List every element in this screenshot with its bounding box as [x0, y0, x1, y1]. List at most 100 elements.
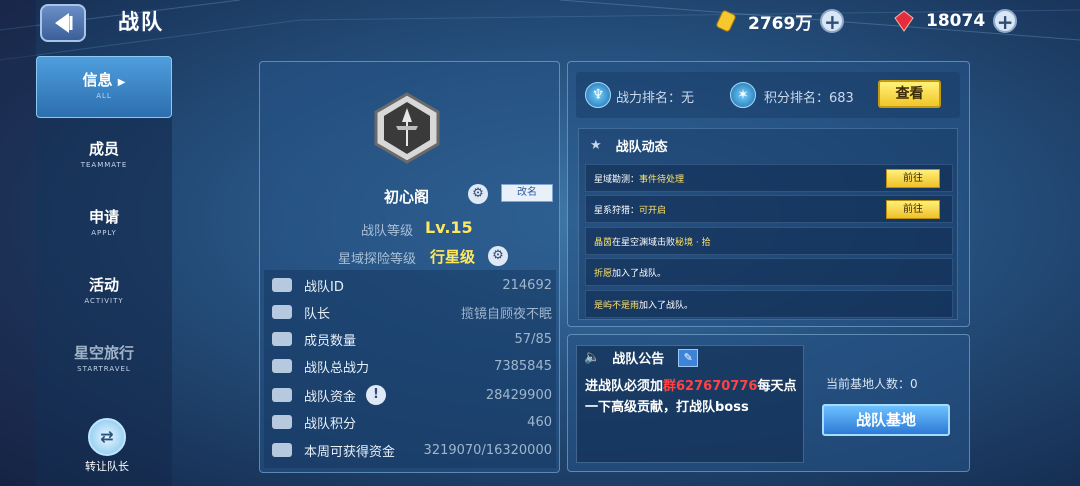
members-icon — [272, 332, 292, 346]
stat-value: 214692 — [502, 277, 552, 293]
stat-row-leader: 队长 揽镜自顾夜不眠 — [272, 299, 552, 325]
sidebar-item-label: 活动 — [88, 276, 119, 294]
sidebar-item-info[interactable]: 信息 ▶ ALL — [36, 56, 172, 118]
dynamics-header: ★ 战队动态 — [590, 136, 668, 155]
sidebar-item-sublabel: ALL — [96, 92, 112, 100]
coins-icon — [272, 415, 292, 429]
stat-value: 3219070/16320000 — [423, 442, 552, 458]
back-button[interactable] — [40, 4, 86, 42]
wing-badge-icon — [272, 305, 292, 319]
dynamics-row: 星域勘测： 事件待处理 前往 — [585, 164, 953, 192]
dynamics-text: 是屿不是雨 — [594, 300, 640, 311]
add-gold-button[interactable]: + — [820, 9, 845, 33]
notice-text: 进战队必须加群627670776每天点一下高级贡献，打战队boss — [585, 376, 800, 418]
dynamics-row: 晶茵 在星空渊域击败 秘境 · 拾 — [585, 227, 953, 255]
dynamics-text: 在星空渊域击败 — [612, 237, 676, 248]
sidebar-item-label: 星空旅行 — [73, 344, 134, 362]
gold-coin-icon — [716, 10, 736, 32]
gold-counter: 2769万 + — [714, 8, 845, 34]
power-rank-text: 战力排名：无 — [616, 91, 695, 106]
notice-title: 战队公告 — [612, 352, 665, 367]
sidebar-item-activity[interactable]: 活动 ACTIVITY — [36, 262, 172, 324]
stat-key: 本周可获得资金 — [304, 444, 396, 460]
transfer-leader-label: 转让队长 — [85, 460, 129, 473]
team-level-label: 战队等级 — [361, 224, 414, 239]
sidebar-item-sublabel: APPLY — [91, 229, 117, 237]
dynamics-text: 秘境 · 拾 — [675, 237, 711, 248]
stat-key: 队长 — [304, 306, 331, 322]
dynamics-text: 加入了战队。 — [639, 300, 694, 311]
transfer-icon: ⇄ — [88, 418, 126, 456]
dynamics-title: 战队动态 — [615, 140, 668, 155]
go-button[interactable]: 前往 — [886, 169, 940, 188]
team-level-value: Lv.15 — [425, 218, 473, 237]
team-emblem-icon — [374, 92, 440, 164]
wing-badge-icon — [272, 359, 292, 373]
stat-value: 57/85 — [514, 331, 552, 347]
page-title: 战队 — [118, 10, 164, 34]
triangle-right-icon: ▶ — [117, 77, 126, 88]
stat-key: 战队积分 — [304, 416, 357, 432]
stat-row-points: 战队积分 460 — [272, 409, 552, 435]
sidebar-item-sublabel: ACTIVITY — [84, 297, 124, 305]
stat-row-members: 成员数量 57/85 — [272, 326, 552, 352]
stat-row-funds: 战队资金! 28429900 — [272, 382, 552, 408]
sidebar-item-teammate[interactable]: 成员 TEAMMATE — [36, 126, 172, 188]
sidebar-item-label: 成员 — [88, 140, 119, 158]
dynamics-row: 星系狩猎： 可开启 前往 — [585, 195, 953, 223]
stat-value: 460 — [527, 414, 552, 430]
view-ranking-button[interactable]: 查看 — [878, 80, 941, 108]
add-gem-button[interactable]: + — [993, 9, 1018, 33]
score-rank-text: 积分排名：683 — [764, 91, 854, 106]
stat-key: 战队ID — [304, 279, 344, 295]
base-member-count: 当前基地人数：0 — [826, 377, 918, 391]
gear-icon[interactable]: ⚙ — [468, 184, 488, 204]
sidebar-item-startravel[interactable]: 星空旅行 STARTRAVEL — [36, 330, 172, 392]
gold-value: 2769万 — [748, 13, 813, 34]
team-base-button[interactable]: 战队基地 — [822, 404, 950, 436]
stat-row-team-id: 战队ID 214692 — [272, 272, 552, 298]
notice-header: 🔈 战队公告 ✎ — [584, 348, 699, 367]
dynamics-text: 可开启 — [639, 205, 667, 216]
dynamics-text: 折愿 — [594, 268, 613, 279]
dynamics-row: 是屿不是雨 加入了战队。 — [585, 290, 953, 318]
team-stats: 战队ID 214692 队长 揽镜自顾夜不眠 成员数量 57/85 战队总战力 7385… — [264, 270, 556, 468]
go-button[interactable]: 前往 — [886, 200, 940, 219]
id-card-icon — [272, 278, 292, 292]
dynamics-row: 折愿 加入了战队。 — [585, 258, 953, 286]
score-rank-icon: ✶ — [730, 82, 756, 108]
explore-level-value: 行星级 — [430, 248, 476, 266]
stat-row-power: 战队总战力 7385845 — [272, 353, 552, 379]
sidebar-item-sublabel: TEAMMATE — [80, 161, 128, 169]
notice-text-part: 进战队必须加 — [585, 379, 664, 394]
back-arrow-icon — [55, 13, 73, 33]
star-icon: ★ — [590, 138, 602, 153]
sidebar-item-label: 信息 — [82, 71, 113, 89]
gear-icon[interactable]: ⚙ — [488, 246, 508, 266]
power-rank-icon: ♆ — [585, 82, 611, 108]
gem-value: 18074 — [926, 11, 986, 31]
gem-counter: 18074 + — [892, 8, 1018, 34]
alert-icon[interactable]: ! — [366, 385, 387, 405]
stat-value: 7385845 — [494, 358, 552, 374]
sidebar-item-label: 申请 — [88, 208, 119, 226]
stat-key: 成员数量 — [304, 333, 357, 349]
edit-icon[interactable]: ✎ — [678, 348, 699, 367]
dynamics-text: 星系狩猎： — [594, 205, 640, 216]
transfer-leader-button[interactable]: ⇄ 转让队长 — [72, 418, 142, 474]
stat-key: 战队资金 — [304, 389, 357, 405]
stat-value: 揽镜自顾夜不眠 — [460, 306, 552, 322]
stat-key: 战队总战力 — [304, 360, 370, 376]
rename-button[interactable]: 改名 — [501, 184, 553, 202]
dynamics-text: 星域勘测： — [594, 174, 640, 185]
explore-level-label: 星域探险等级 — [338, 252, 417, 267]
sidebar-item-apply[interactable]: 申请 APPLY — [36, 194, 172, 256]
red-gem-icon — [894, 10, 914, 32]
dynamics-text: 加入了战队。 — [612, 268, 667, 279]
dynamics-text: 事件待处理 — [639, 174, 685, 185]
coins-icon — [272, 388, 292, 402]
speaker-icon: 🔈 — [584, 350, 601, 365]
coins-icon — [272, 443, 292, 457]
dynamics-text: 晶茵 — [594, 237, 613, 248]
team-name: 初心阁 — [384, 188, 430, 206]
